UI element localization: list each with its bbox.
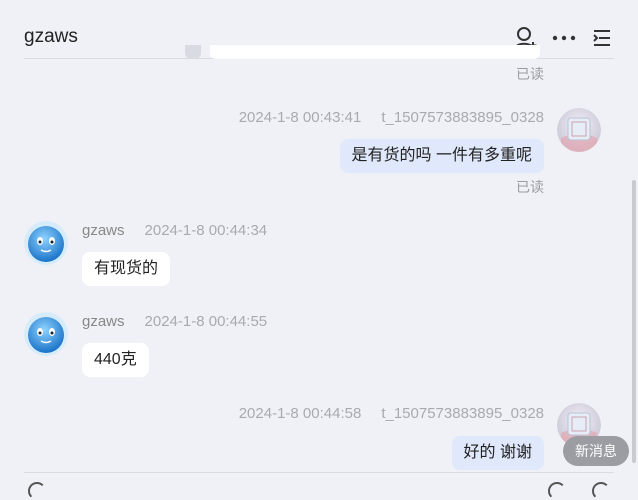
message-bubble[interactable]: 是有货的吗 一件有多重呢 xyxy=(339,139,544,173)
message-sender: gzaws xyxy=(82,313,125,330)
message-sender: t_1507573883895_0328 xyxy=(381,109,544,126)
message-sender: gzaws xyxy=(82,222,125,239)
message-time: 2024-1-8 00:44:55 xyxy=(144,313,268,330)
more-icon[interactable] xyxy=(551,25,577,51)
penguin-avatar-icon xyxy=(24,312,68,356)
message-meta: 2024-1-8 00:44:58 t_1507573883895_0328 xyxy=(239,405,544,422)
message-bubble[interactable]: 440克 xyxy=(82,343,149,377)
chat-title: gzaws xyxy=(24,26,78,47)
menu-icon[interactable] xyxy=(589,25,615,51)
message-meta: gzaws 2024-1-8 00:44:55 xyxy=(82,313,267,330)
message-time: 2024-1-8 00:44:58 xyxy=(238,405,362,422)
message-meta: 2024-1-8 00:43:41 t_1507573883895_0328 xyxy=(239,109,544,126)
emoji-icon[interactable] xyxy=(28,482,46,500)
scrollbar[interactable] xyxy=(632,180,636,463)
message-meta: gzaws 2024-1-8 00:44:34 xyxy=(82,222,267,239)
avatar[interactable] xyxy=(557,108,601,152)
read-receipt: 已读 xyxy=(516,66,544,82)
tool-icon[interactable] xyxy=(548,482,566,500)
message-bubble[interactable]: 好的 谢谢 xyxy=(451,436,544,470)
tool-icon[interactable] xyxy=(592,482,610,500)
message-time: 2024-1-8 00:44:34 xyxy=(144,222,268,239)
message-sender: t_1507573883895_0328 xyxy=(381,405,544,422)
new-message-button[interactable]: 新消息 xyxy=(563,436,629,466)
message-bubble-partial xyxy=(210,45,540,59)
avatar[interactable] xyxy=(24,312,68,356)
message-bubble[interactable]: 有现货的 xyxy=(82,252,171,286)
avatar[interactable] xyxy=(24,221,68,265)
message-time: 2024-1-8 00:43:41 xyxy=(238,109,362,126)
penguin-avatar-icon xyxy=(24,221,68,265)
read-receipt: 已读 xyxy=(516,179,544,195)
image-thumbnail-partial xyxy=(185,45,201,59)
input-divider xyxy=(24,472,614,473)
user-avatar-icon xyxy=(557,108,601,152)
